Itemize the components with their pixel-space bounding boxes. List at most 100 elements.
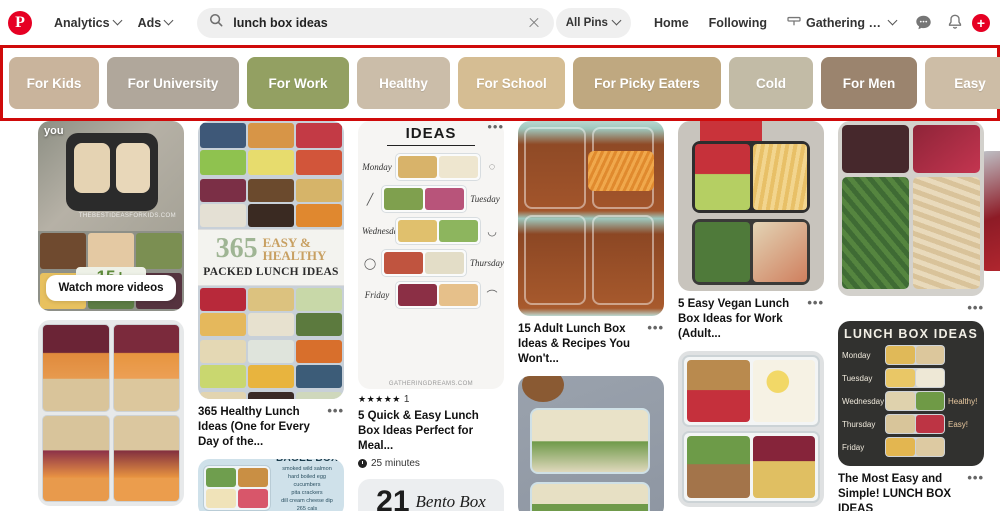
filter-chip-for-work[interactable]: For Work bbox=[247, 57, 349, 109]
pin-card[interactable] bbox=[678, 350, 824, 507]
overflow-menu-icon[interactable]: ••• bbox=[327, 404, 344, 417]
doodle-mushroom-icon: ⌒ bbox=[486, 290, 498, 302]
pin-image[interactable]: BAGEL BOX smoked wild salmon hard boiled… bbox=[198, 458, 344, 511]
close-icon[interactable] bbox=[526, 15, 542, 31]
pin-grid: you THEBESTIDEASFORKIDS.COM 15+LUNCH Wat… bbox=[0, 121, 1000, 511]
pin-card[interactable]: ••• bbox=[838, 121, 984, 314]
pin-title[interactable]: 365 Healthy Lunch Ideas (One for Every D… bbox=[198, 404, 344, 450]
chip-label: Easy bbox=[954, 75, 986, 91]
filter-chip-healthy[interactable]: Healthy bbox=[357, 57, 450, 109]
nav-home[interactable]: Home bbox=[645, 10, 698, 36]
pin-image[interactable]: you THEBESTIDEASFORKIDS.COM 15+LUNCH Wat… bbox=[38, 121, 184, 311]
pin-card[interactable]: you THEBESTIDEASFORKIDS.COM 15+LUNCH Wat… bbox=[38, 121, 184, 311]
filter-chip-cold[interactable]: Cold bbox=[729, 57, 813, 109]
nav-analytics[interactable]: Analytics bbox=[46, 10, 130, 36]
overflow-menu-icon[interactable]: ••• bbox=[967, 301, 984, 314]
pin-title-text: The Most Easy and Simple! LUNCH BOX IDEA… bbox=[838, 473, 952, 511]
account-switcher[interactable]: Gathering D... bbox=[778, 9, 906, 36]
chalk-day-label: Tuesday bbox=[842, 373, 873, 383]
overflow-menu-icon[interactable]: ••• bbox=[967, 471, 984, 484]
search-input[interactable] bbox=[233, 15, 526, 30]
bento-text: Bento Box bbox=[415, 491, 486, 511]
filter-chip-for-university[interactable]: For University bbox=[107, 57, 239, 109]
grid-column-1: you THEBESTIDEASFORKIDS.COM 15+LUNCH Wat… bbox=[38, 121, 184, 511]
pin-image[interactable]: 365 EASY & HEALTHY PACKED LUNCH IDEAS bbox=[198, 121, 344, 399]
pin-image[interactable]: LUNCH BOX IDEAS Monday Tuesday Wednesday… bbox=[838, 321, 984, 466]
nav-following-label: Following bbox=[708, 15, 767, 30]
pin-card[interactable]: BAGEL BOX smoked wild salmon hard boiled… bbox=[198, 458, 344, 511]
chalk-note: Healthy! bbox=[948, 396, 978, 406]
poster-heading: LUNCH BOX IDEAS bbox=[844, 327, 978, 341]
watch-more-videos-button[interactable]: Watch more videos bbox=[46, 275, 176, 301]
chip-label: For Work bbox=[268, 75, 328, 91]
pin-title-text: 15 Adult Lunch Box Ideas & Recipes You W… bbox=[518, 323, 631, 365]
pin-image[interactable] bbox=[678, 350, 824, 507]
chip-label: For Men bbox=[842, 75, 896, 91]
week-day-label: Monday bbox=[362, 162, 392, 172]
bell-icon[interactable] bbox=[942, 10, 968, 36]
bento-number: 21 bbox=[376, 485, 410, 511]
doodle-carrot-icon: ╱ bbox=[366, 193, 374, 206]
pin-card[interactable]: 21 Bento Box bbox=[358, 478, 504, 511]
pin-title[interactable]: ••• bbox=[838, 301, 984, 314]
account-name: Gathering D... bbox=[806, 15, 884, 30]
pin-card[interactable] bbox=[38, 320, 184, 506]
pin-image[interactable] bbox=[38, 320, 184, 506]
pin-image[interactable] bbox=[518, 375, 664, 511]
filter-chip-easy[interactable]: Easy bbox=[925, 57, 1000, 109]
filter-chip-bar: For Kids For University For Work Healthy… bbox=[0, 45, 1000, 121]
rating-count: 1 bbox=[403, 394, 410, 405]
account-icon bbox=[787, 15, 801, 30]
pin-image[interactable]: IDEAS Monday ◌ ╱ Tuesday Wednesday ◡ ◯ T… bbox=[358, 121, 504, 389]
pin-image[interactable] bbox=[838, 121, 984, 296]
plus-icon[interactable]: + bbox=[972, 13, 990, 32]
pin-title-text: 365 Healthy Lunch Ideas (One for Every D… bbox=[198, 406, 310, 448]
pin-card[interactable]: 365 EASY & HEALTHY PACKED LUNCH IDEAS 36… bbox=[198, 121, 344, 450]
pin-title[interactable]: 5 Quick & Easy Lunch Box Ideas Perfect f… bbox=[358, 409, 504, 454]
nav-ads-label: Ads bbox=[137, 15, 162, 30]
search-bar[interactable] bbox=[197, 7, 554, 38]
top-header: P Analytics Ads All Pins Home Following … bbox=[0, 0, 1000, 45]
chevron-down-icon bbox=[114, 17, 122, 25]
pin-overlay-text: you bbox=[44, 125, 64, 137]
filter-chip-for-picky-eaters[interactable]: For Picky Eaters bbox=[573, 57, 721, 109]
pin-card[interactable] bbox=[518, 375, 664, 511]
nav-ads[interactable]: Ads bbox=[130, 10, 182, 36]
pin-card[interactable]: 15 Adult Lunch Box Ideas & Recipes You W… bbox=[518, 121, 664, 367]
chip-label: For Picky Eaters bbox=[594, 75, 700, 91]
all-pins-dropdown[interactable]: All Pins bbox=[555, 7, 631, 38]
search-icon bbox=[209, 13, 223, 32]
pin-title[interactable]: The Most Easy and Simple! LUNCH BOX IDEA… bbox=[838, 471, 984, 511]
pin-title-text: 5 Quick & Easy Lunch Box Ideas Perfect f… bbox=[358, 410, 479, 452]
chalk-day-label: Wednesday bbox=[842, 396, 885, 406]
week-day-label: Tuesday bbox=[470, 194, 500, 204]
pin-image[interactable] bbox=[678, 121, 824, 291]
overflow-menu-icon[interactable]: ••• bbox=[807, 296, 824, 309]
clock-icon bbox=[358, 458, 367, 468]
filter-chip-for-kids[interactable]: For Kids bbox=[9, 57, 99, 109]
all-pins-label: All Pins bbox=[565, 16, 608, 29]
pinterest-logo[interactable]: P bbox=[8, 10, 32, 35]
chip-label: For University bbox=[127, 75, 219, 91]
filter-chip-for-school[interactable]: For School bbox=[458, 57, 565, 109]
doodle-apple-icon: ◌ bbox=[488, 161, 496, 173]
grid-column-6: ••• LUNCH BOX IDEAS Monday Tuesday Wedne… bbox=[838, 121, 984, 511]
pin-title[interactable]: 15 Adult Lunch Box Ideas & Recipes You W… bbox=[518, 321, 664, 367]
pin-title[interactable]: 5 Easy Vegan Lunch Box Ideas for Work (A… bbox=[678, 296, 824, 342]
overflow-menu-icon[interactable]: ••• bbox=[487, 121, 504, 133]
filter-chip-for-men[interactable]: For Men bbox=[821, 57, 917, 109]
pin-image[interactable] bbox=[518, 121, 664, 316]
messages-icon[interactable] bbox=[910, 10, 936, 36]
chip-label: Healthy bbox=[379, 75, 428, 91]
week-day-label: Thursday bbox=[470, 258, 504, 268]
overflow-menu-icon[interactable]: ••• bbox=[647, 321, 664, 334]
pin-card[interactable]: 5 Easy Vegan Lunch Box Ideas for Work (A… bbox=[678, 121, 824, 342]
grid-column-2: 365 EASY & HEALTHY PACKED LUNCH IDEAS 36… bbox=[198, 121, 344, 511]
doodle-cherry-icon: ◯ bbox=[363, 257, 377, 270]
pin-image[interactable]: 21 Bento Box bbox=[358, 478, 504, 511]
pin-card[interactable]: IDEAS Monday ◌ ╱ Tuesday Wednesday ◡ ◯ T… bbox=[358, 121, 504, 469]
chalk-day-label: Monday bbox=[842, 350, 871, 360]
nav-following[interactable]: Following bbox=[700, 10, 776, 36]
pin-watermark: GATHERINGDREAMS.COM bbox=[388, 381, 474, 387]
pin-card[interactable]: LUNCH BOX IDEAS Monday Tuesday Wednesday… bbox=[838, 321, 984, 511]
